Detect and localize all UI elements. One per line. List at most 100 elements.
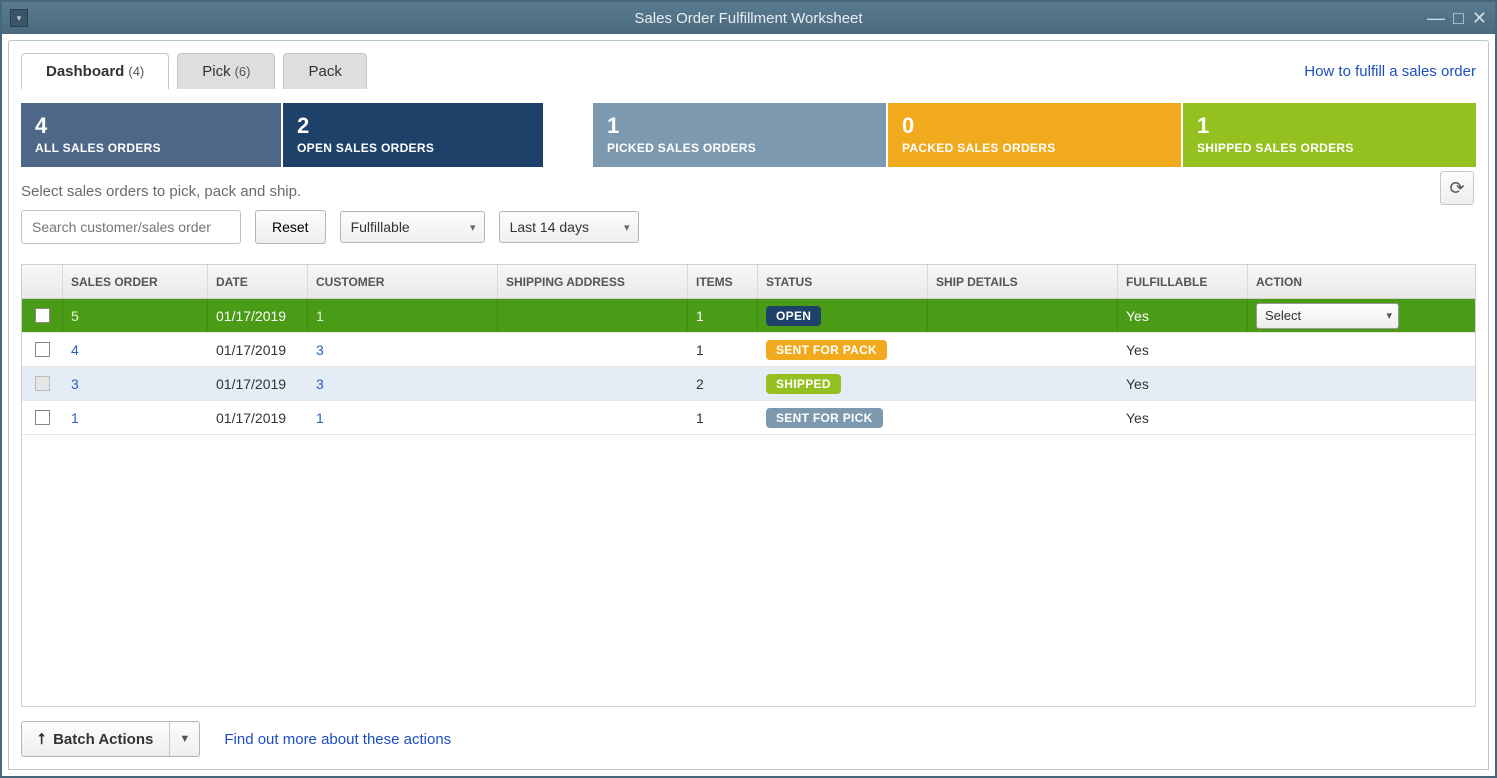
- table-row[interactable]: 1 01/17/2019 1 1 SENT FOR PICK Yes: [22, 401, 1475, 435]
- table-header: SALES ORDER DATE CUSTOMER SHIPPING ADDRE…: [22, 265, 1475, 299]
- card-count: 2: [297, 113, 529, 139]
- col-action[interactable]: ACTION: [1247, 265, 1407, 298]
- card-label: PACKED SALES ORDERS: [902, 141, 1167, 155]
- filter-bar: Reset Fulfillable Last 14 days: [21, 210, 1476, 244]
- content-area: Dashboard (4) Pick (6) Pack How to fulfi…: [8, 40, 1489, 770]
- action-select[interactable]: Select: [1256, 303, 1399, 329]
- cell-action: [1247, 367, 1407, 400]
- cell-shipping-address: [497, 401, 687, 434]
- status-badge: OPEN: [766, 306, 821, 326]
- upload-icon: ⭡: [38, 731, 45, 748]
- cell-shipping-address: [497, 367, 687, 400]
- sales-order-link[interactable]: 1: [71, 410, 79, 426]
- minimize-icon[interactable]: —: [1427, 9, 1445, 27]
- table-row[interactable]: 5 01/17/2019 1 1 OPEN Yes Select: [22, 299, 1475, 333]
- sales-order-link[interactable]: 4: [71, 342, 79, 358]
- cell-ship-details: [927, 367, 1117, 400]
- cell-fulfillable: Yes: [1117, 367, 1247, 400]
- reset-button[interactable]: Reset: [255, 210, 326, 244]
- system-menu-icon[interactable]: ▾: [10, 9, 28, 27]
- tabs: Dashboard (4) Pick (6) Pack How to fulfi…: [21, 53, 1476, 89]
- col-items[interactable]: ITEMS: [687, 265, 757, 298]
- date-range-select[interactable]: Last 14 days: [499, 211, 639, 243]
- card-count: 1: [607, 113, 872, 139]
- select-value: Fulfillable: [351, 219, 410, 235]
- row-checkbox[interactable]: [35, 410, 50, 425]
- select-value: Last 14 days: [510, 219, 589, 235]
- cell-date: 01/17/2019: [207, 401, 307, 434]
- cell-shipping-address: [497, 333, 687, 366]
- card-open-sales-orders[interactable]: 2 OPEN SALES ORDERS: [283, 103, 543, 167]
- cell-items: 1: [687, 333, 757, 366]
- card-count: 1: [1197, 113, 1462, 139]
- footer: ⭡ Batch Actions ▼ Find out more about th…: [21, 707, 1476, 757]
- row-checkbox[interactable]: [35, 308, 50, 323]
- cell-action: [1247, 333, 1407, 366]
- fulfillable-filter-select[interactable]: Fulfillable: [340, 211, 485, 243]
- help-link[interactable]: How to fulfill a sales order: [1304, 63, 1476, 80]
- maximize-icon[interactable]: □: [1453, 9, 1464, 27]
- app-window: ▾ Sales Order Fulfillment Worksheet — □ …: [0, 0, 1497, 778]
- customer-link[interactable]: 3: [316, 342, 324, 358]
- col-checkbox: [22, 265, 62, 298]
- card-shipped-sales-orders[interactable]: 1 SHIPPED SALES ORDERS: [1183, 103, 1476, 167]
- cell-date: 01/17/2019: [207, 367, 307, 400]
- card-label: PICKED SALES ORDERS: [607, 141, 872, 155]
- cell-date: 01/17/2019: [207, 333, 307, 366]
- cell-ship-details: [927, 333, 1117, 366]
- card-label: SHIPPED SALES ORDERS: [1197, 141, 1462, 155]
- col-sales-order[interactable]: SALES ORDER: [62, 265, 207, 298]
- customer-link[interactable]: 3: [316, 376, 324, 392]
- card-picked-sales-orders[interactable]: 1 PICKED SALES ORDERS: [593, 103, 886, 167]
- table-row[interactable]: 4 01/17/2019 3 1 SENT FOR PACK Yes: [22, 333, 1475, 367]
- cell-ship-details: [927, 401, 1117, 434]
- close-icon[interactable]: ✕: [1472, 9, 1487, 27]
- search-input[interactable]: [21, 210, 241, 244]
- instructions-text: Select sales orders to pick, pack and sh…: [21, 183, 1476, 200]
- cell-shipping-address: [497, 299, 687, 332]
- col-date[interactable]: DATE: [207, 265, 307, 298]
- window-controls: — □ ✕: [1427, 9, 1487, 27]
- tab-label: Pick: [202, 63, 230, 80]
- customer-link[interactable]: 1: [316, 308, 324, 324]
- col-status[interactable]: STATUS: [757, 265, 927, 298]
- row-checkbox[interactable]: [35, 342, 50, 357]
- cell-ship-details: [927, 299, 1117, 332]
- sales-order-link[interactable]: 3: [71, 376, 79, 392]
- col-ship-details[interactable]: SHIP DETAILS: [927, 265, 1117, 298]
- col-fulfillable[interactable]: FULFILLABLE: [1117, 265, 1247, 298]
- cell-items: 1: [687, 401, 757, 434]
- tab-label: Dashboard: [46, 63, 124, 80]
- titlebar: ▾ Sales Order Fulfillment Worksheet — □ …: [2, 2, 1495, 34]
- card-count: 0: [902, 113, 1167, 139]
- tab-pick[interactable]: Pick (6): [177, 53, 275, 89]
- tab-dashboard[interactable]: Dashboard (4): [21, 53, 169, 89]
- cell-fulfillable: Yes: [1117, 401, 1247, 434]
- batch-actions-button[interactable]: ⭡ Batch Actions ▼: [21, 721, 200, 757]
- status-badge: SHIPPED: [766, 374, 841, 394]
- tab-label: Pack: [308, 63, 341, 80]
- customer-link[interactable]: 1: [316, 410, 324, 426]
- col-customer[interactable]: CUSTOMER: [307, 265, 497, 298]
- footer-info-link[interactable]: Find out more about these actions: [224, 731, 451, 748]
- refresh-button[interactable]: ⟳: [1440, 171, 1474, 205]
- cell-fulfillable: Yes: [1117, 333, 1247, 366]
- card-packed-sales-orders[interactable]: 0 PACKED SALES ORDERS: [888, 103, 1181, 167]
- card-label: OPEN SALES ORDERS: [297, 141, 529, 155]
- cell-items: 1: [687, 299, 757, 332]
- cell-fulfillable: Yes: [1117, 299, 1247, 332]
- batch-label: Batch Actions: [53, 731, 153, 748]
- sales-orders-table: SALES ORDER DATE CUSTOMER SHIPPING ADDRE…: [21, 264, 1476, 707]
- refresh-icon: ⟳: [1449, 178, 1464, 199]
- batch-actions-dropdown[interactable]: ▼: [169, 722, 199, 756]
- tab-count: (4): [128, 64, 144, 79]
- tab-pack[interactable]: Pack: [283, 53, 366, 89]
- cell-date: 01/17/2019: [207, 299, 307, 332]
- cell-action: [1247, 401, 1407, 434]
- card-all-sales-orders[interactable]: 4 ALL SALES ORDERS: [21, 103, 281, 167]
- sales-order-link[interactable]: 5: [71, 308, 79, 324]
- cell-items: 2: [687, 367, 757, 400]
- card-label: ALL SALES ORDERS: [35, 141, 267, 155]
- table-row[interactable]: 3 01/17/2019 3 2 SHIPPED Yes: [22, 367, 1475, 401]
- col-shipping-address[interactable]: SHIPPING ADDRESS: [497, 265, 687, 298]
